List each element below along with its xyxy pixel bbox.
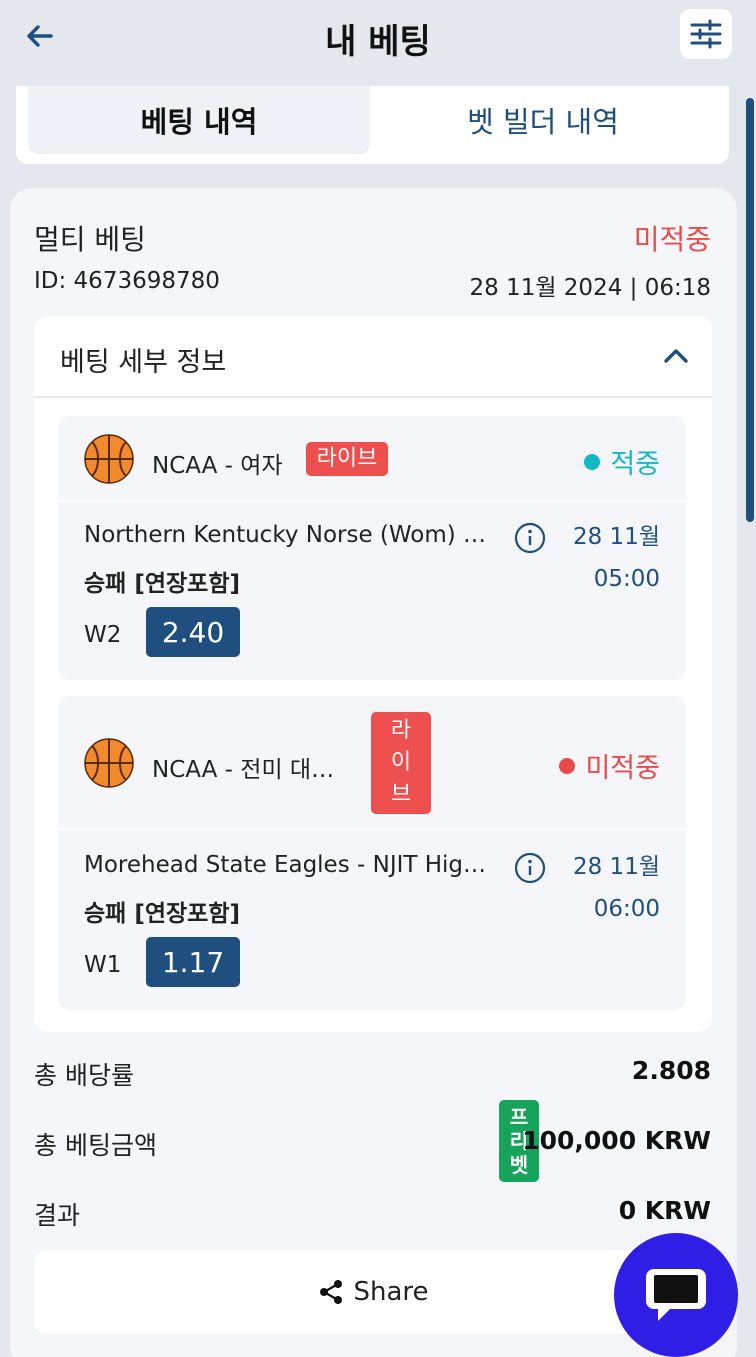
event-header: NCAA - 여자 라이브 적중 [58, 416, 686, 502]
chat-button[interactable] [614, 1233, 738, 1357]
share-label: Share [353, 1277, 429, 1307]
event-card: NCAA - 전미 대… 라 이 브 미적중 Morehead State Ea… [58, 696, 686, 1010]
freebet-char: 벳 [509, 1153, 529, 1177]
league-name: NCAA - 여자 [152, 453, 283, 479]
tab-bet-builder-history[interactable]: 벳 빌더 내역 [372, 86, 714, 154]
share-button[interactable]: Share [34, 1250, 712, 1334]
match-name: Northern Kentucky Norse (Wom) … [84, 522, 487, 548]
total-odds-value: 2.808 [631, 1056, 711, 1085]
match-name: Morehead State Eagles - NJIT Hig… [84, 852, 487, 878]
event-result-label: 미적중 [585, 753, 660, 784]
match-datetime: 28 11월 05:00 [573, 516, 660, 600]
live-badge: 라이브 [306, 442, 388, 476]
sliders-icon [690, 19, 722, 49]
bet-id: ID: 4673698780 [34, 268, 220, 294]
bet-status: 미적중 [633, 223, 711, 256]
bet-details-title: 베팅 세부 정보 [60, 347, 227, 378]
chat-bubble-icon [646, 1269, 706, 1321]
bet-details-panel: 베팅 세부 정보 NCAA - 여자 라이브 적중 Northern Kentu… [34, 316, 712, 1032]
total-stake-value: 100,000 KRW [522, 1126, 711, 1155]
event-result-label: 적중 [610, 449, 660, 480]
result-value: 0 KRW [618, 1196, 711, 1225]
basketball-icon [84, 434, 134, 484]
match-time: 05:00 [593, 566, 660, 592]
bet-card: 멀티 베팅 미적중 ID: 4673698780 28 11월 2024 | 0… [10, 188, 737, 1357]
basketball-icon [84, 738, 134, 788]
share-icon [320, 1280, 343, 1304]
total-odds-label: 총 배당률 [34, 1061, 134, 1090]
filter-button[interactable] [680, 9, 732, 59]
top-bar: 내 베팅 [0, 0, 756, 86]
event-result: 적중 [584, 442, 660, 481]
bet-details-toggle[interactable]: 베팅 세부 정보 [34, 316, 712, 398]
result-label: 결과 [34, 1201, 81, 1230]
status-dot [559, 757, 576, 774]
odds-badge[interactable]: 1.17 [146, 937, 240, 987]
selection: W2 [84, 622, 122, 648]
event-card: NCAA - 여자 라이브 적중 Northern Kentucky Norse… [58, 416, 686, 680]
market-name: 승패 [연장포함] [84, 901, 240, 927]
status-dot [584, 453, 601, 470]
page-title: 내 베팅 [325, 22, 431, 62]
bet-datetime: 28 11월 2024 | 06:18 [469, 275, 711, 301]
chevron-up-icon [664, 349, 688, 363]
bet-type: 멀티 베팅 [34, 223, 146, 256]
event-result: 미적중 [559, 746, 660, 785]
match-time: 06:00 [593, 896, 660, 922]
match-datetime: 28 11월 06:00 [573, 846, 660, 930]
tab-bar: 베팅 내역 벳 빌더 내역 [16, 86, 729, 164]
scrollbar[interactable] [746, 98, 754, 522]
tab-bet-history[interactable]: 베팅 내역 [28, 86, 370, 154]
live-badge-char: 브 [390, 782, 412, 807]
total-stake-label: 총 베팅금액 [34, 1131, 157, 1160]
odds-badge[interactable]: 2.40 [146, 607, 240, 657]
match-date: 28 11월 [572, 524, 660, 550]
live-badge-char: 라 [390, 718, 412, 743]
event-header: NCAA - 전미 대… 라 이 브 미적중 [58, 696, 686, 830]
market-name: 승패 [연장포함] [84, 571, 240, 597]
info-icon[interactable] [514, 852, 546, 884]
match-date: 28 11월 [572, 854, 660, 880]
live-badge: 라 이 브 [371, 712, 431, 814]
selection: W1 [84, 952, 122, 978]
info-icon[interactable] [514, 522, 546, 554]
live-badge-char: 이 [390, 750, 412, 775]
league-name: NCAA - 전미 대… [152, 757, 335, 783]
